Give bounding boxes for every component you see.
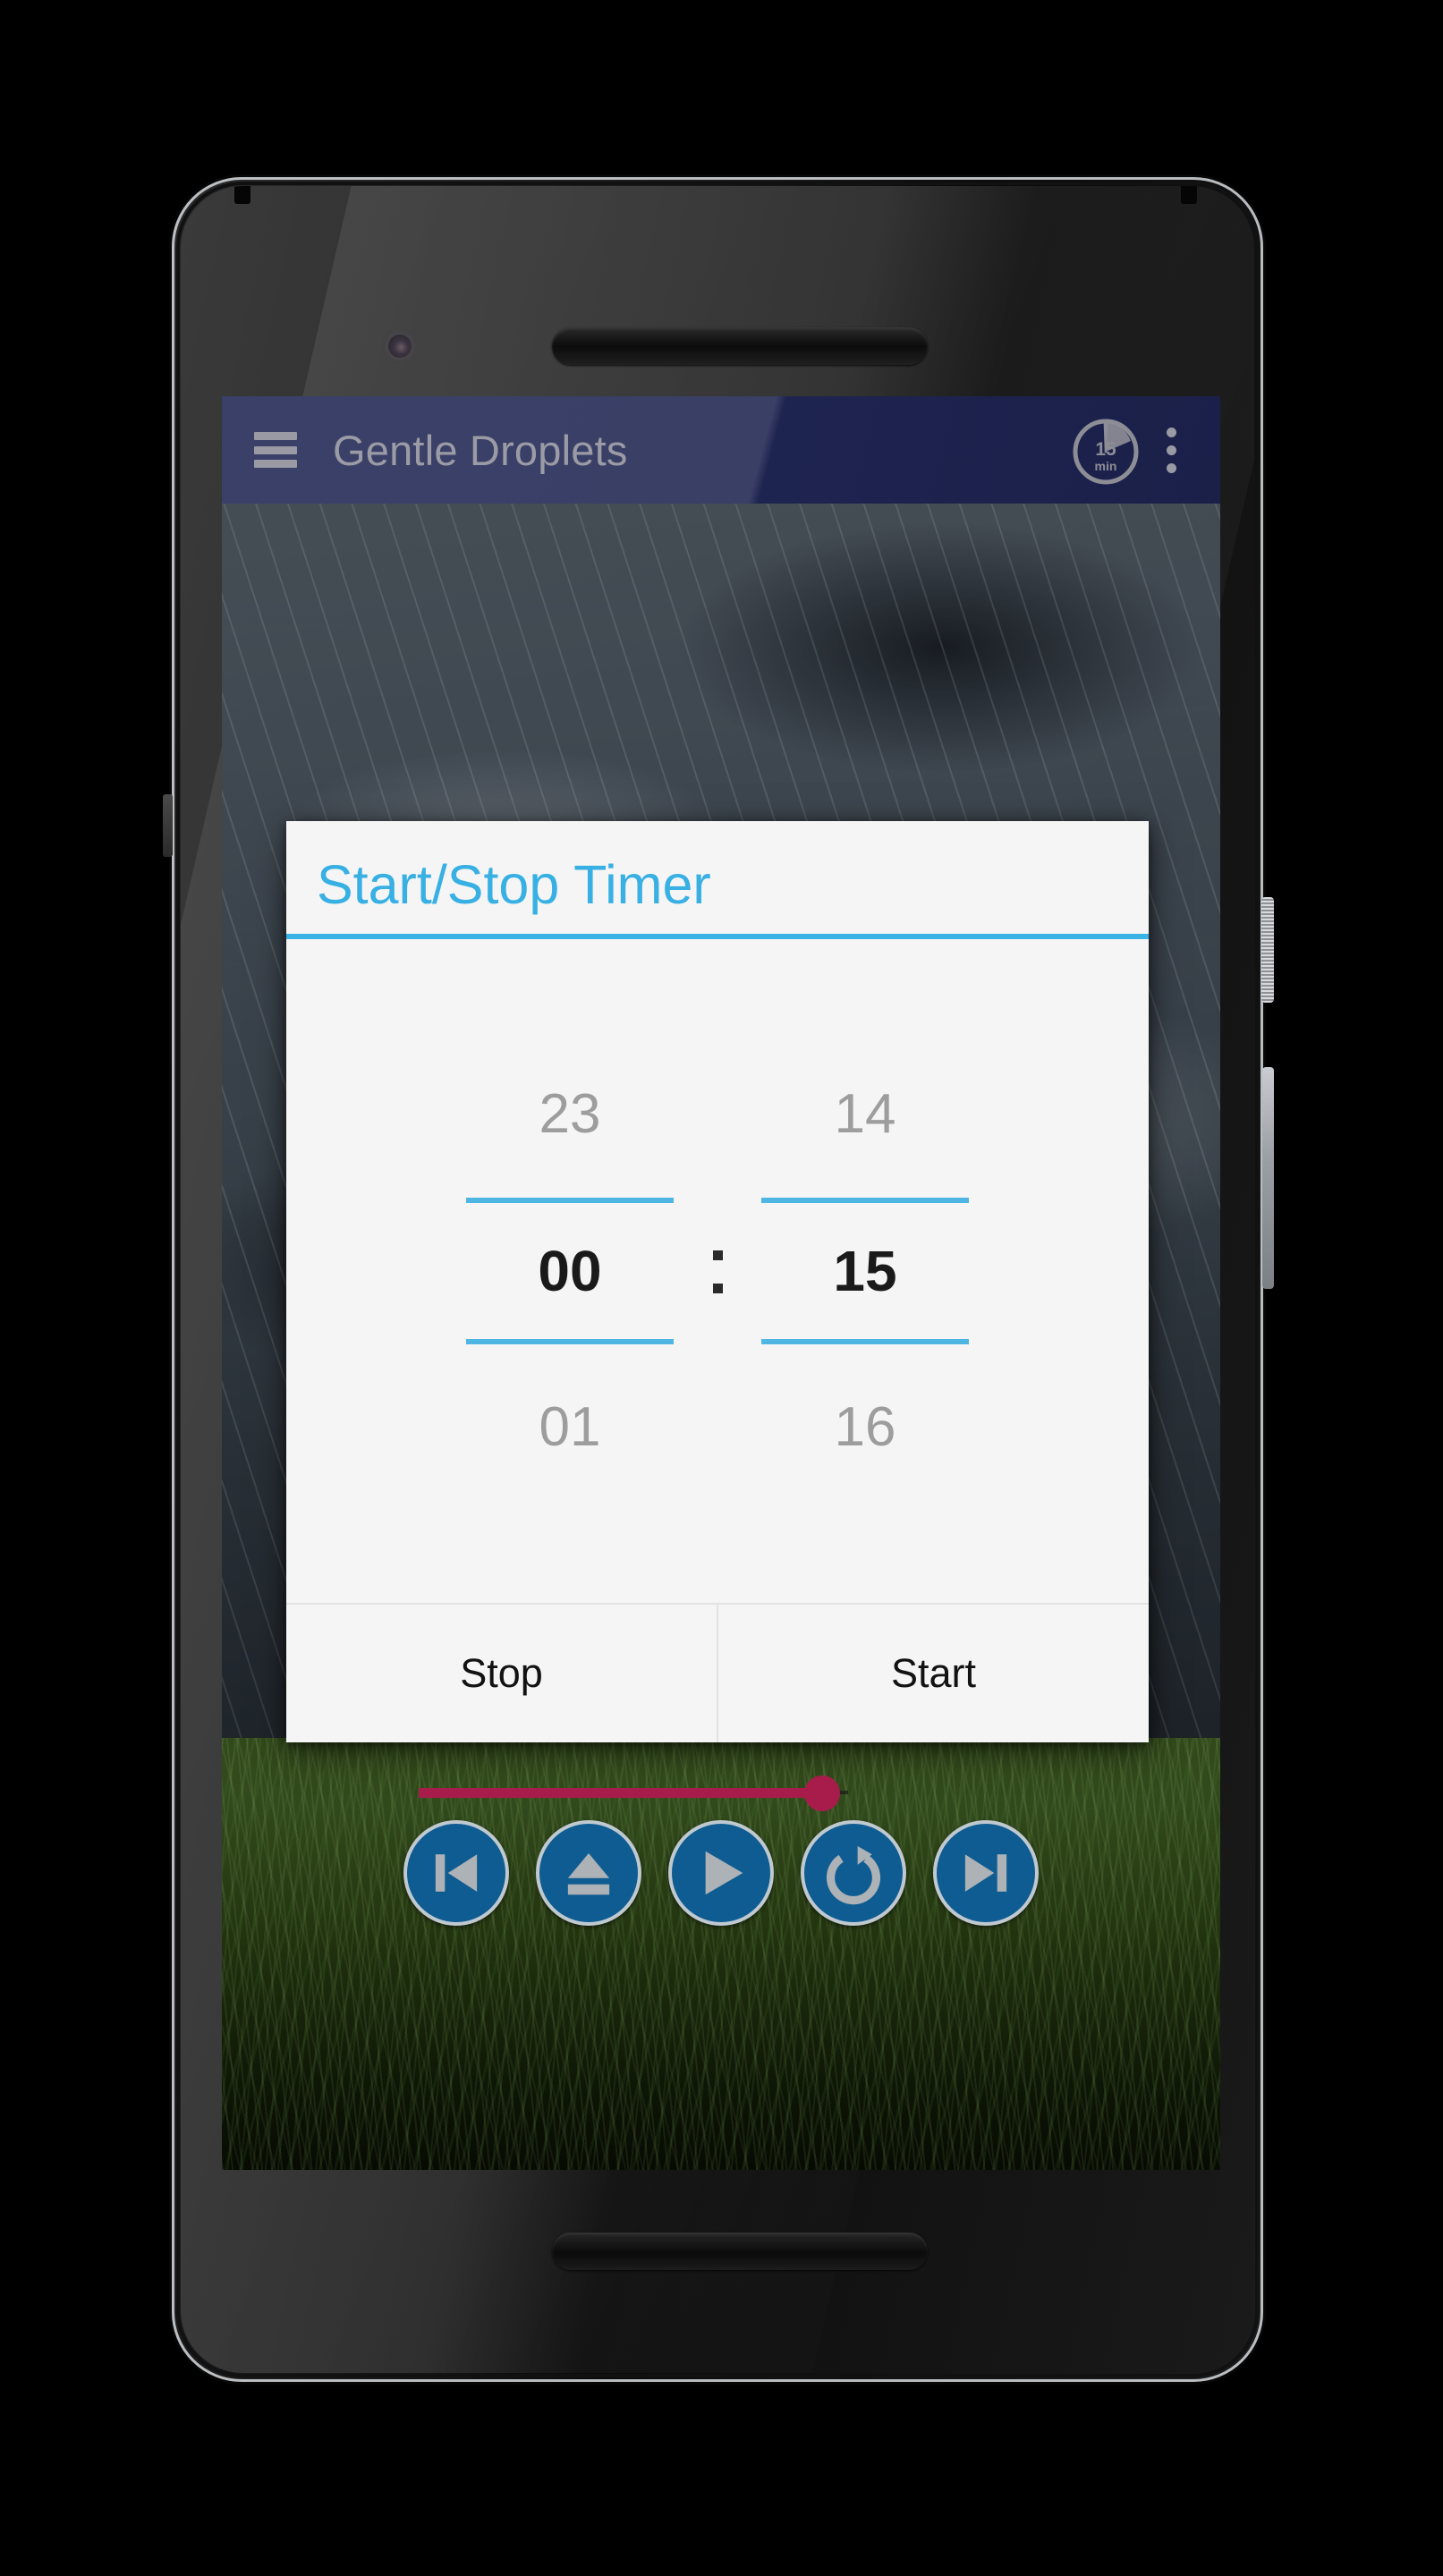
start-button[interactable]: Start (718, 1605, 1149, 1742)
hours-next-value[interactable]: 01 (539, 1400, 601, 1455)
timer-15-min-icon[interactable]: 15 min (1066, 411, 1145, 489)
phone-screen: Gentle Droplets 15 min Start/Stop Timer … (222, 396, 1220, 2170)
front-camera (388, 335, 412, 358)
slider-thumb[interactable] (804, 1775, 841, 1811)
hours-picker-column[interactable]: 23 00 01 (466, 1087, 674, 1455)
power-button[interactable] (1261, 897, 1274, 1003)
minutes-picker-column[interactable]: 14 15 16 (761, 1087, 969, 1455)
hours-rule-bottom (466, 1339, 674, 1344)
colon-dot-bottom (712, 1284, 723, 1293)
stop-button[interactable]: Stop (286, 1605, 717, 1742)
bottom-speaker-grille (552, 2233, 928, 2270)
overflow-dot-1 (1166, 427, 1176, 437)
start-stop-timer-dialog: Start/Stop Timer 23 00 01 14 15 16 Stop … (286, 821, 1149, 1742)
timer-icon-value: 15 (1095, 439, 1116, 460)
previous-track-button[interactable] (403, 1820, 509, 1926)
menu-bar-3 (254, 460, 297, 468)
menu-bar-2 (254, 445, 297, 454)
slider-track-filled (419, 1788, 823, 1798)
timer-icon-unit: min (1095, 459, 1117, 473)
antenna-nub-right (1181, 186, 1197, 204)
app-bar: Gentle Droplets 15 min (222, 396, 1220, 504)
page-title: Gentle Droplets (333, 426, 628, 474)
overflow-dot-2 (1166, 445, 1176, 455)
dialog-title: Start/Stop Timer (317, 854, 711, 915)
dialog-header: Start/Stop Timer (286, 821, 1149, 939)
minutes-previous-value[interactable]: 14 (835, 1087, 896, 1142)
hours-selected-value[interactable]: 00 (538, 1203, 601, 1339)
menu-bar-1 (254, 432, 297, 440)
minutes-rule-bottom (761, 1339, 969, 1344)
eject-icon (567, 1853, 610, 1895)
colon-dot-top (712, 1250, 723, 1260)
eject-button[interactable] (536, 1820, 641, 1926)
duration-picker: 23 00 01 14 15 16 (286, 939, 1149, 1603)
antenna-nub-left (234, 186, 250, 204)
skip-next-icon (964, 1854, 1007, 1892)
overflow-menu-icon[interactable] (1145, 411, 1197, 489)
dialog-action-bar: Stop Start (286, 1603, 1149, 1742)
left-rail-accent (163, 794, 173, 857)
picker-colon-separator (674, 1250, 761, 1293)
play-icon (705, 1851, 743, 1895)
volume-slider[interactable] (419, 1768, 848, 1817)
minutes-next-value[interactable]: 16 (835, 1400, 896, 1455)
hours-previous-value[interactable]: 23 (539, 1087, 601, 1142)
skip-previous-icon (435, 1854, 478, 1892)
minutes-selected-value[interactable]: 15 (833, 1203, 896, 1339)
loop-button[interactable] (801, 1820, 906, 1926)
hamburger-menu-icon[interactable] (254, 432, 297, 468)
play-button[interactable] (668, 1820, 774, 1926)
overflow-dot-3 (1166, 462, 1176, 473)
next-track-button[interactable] (933, 1820, 1039, 1926)
loop-repeat-icon (826, 1845, 881, 1905)
earpiece-speaker (552, 327, 928, 365)
volume-rocker-button[interactable] (1262, 1067, 1274, 1289)
media-controls-bar (222, 1820, 1220, 1926)
